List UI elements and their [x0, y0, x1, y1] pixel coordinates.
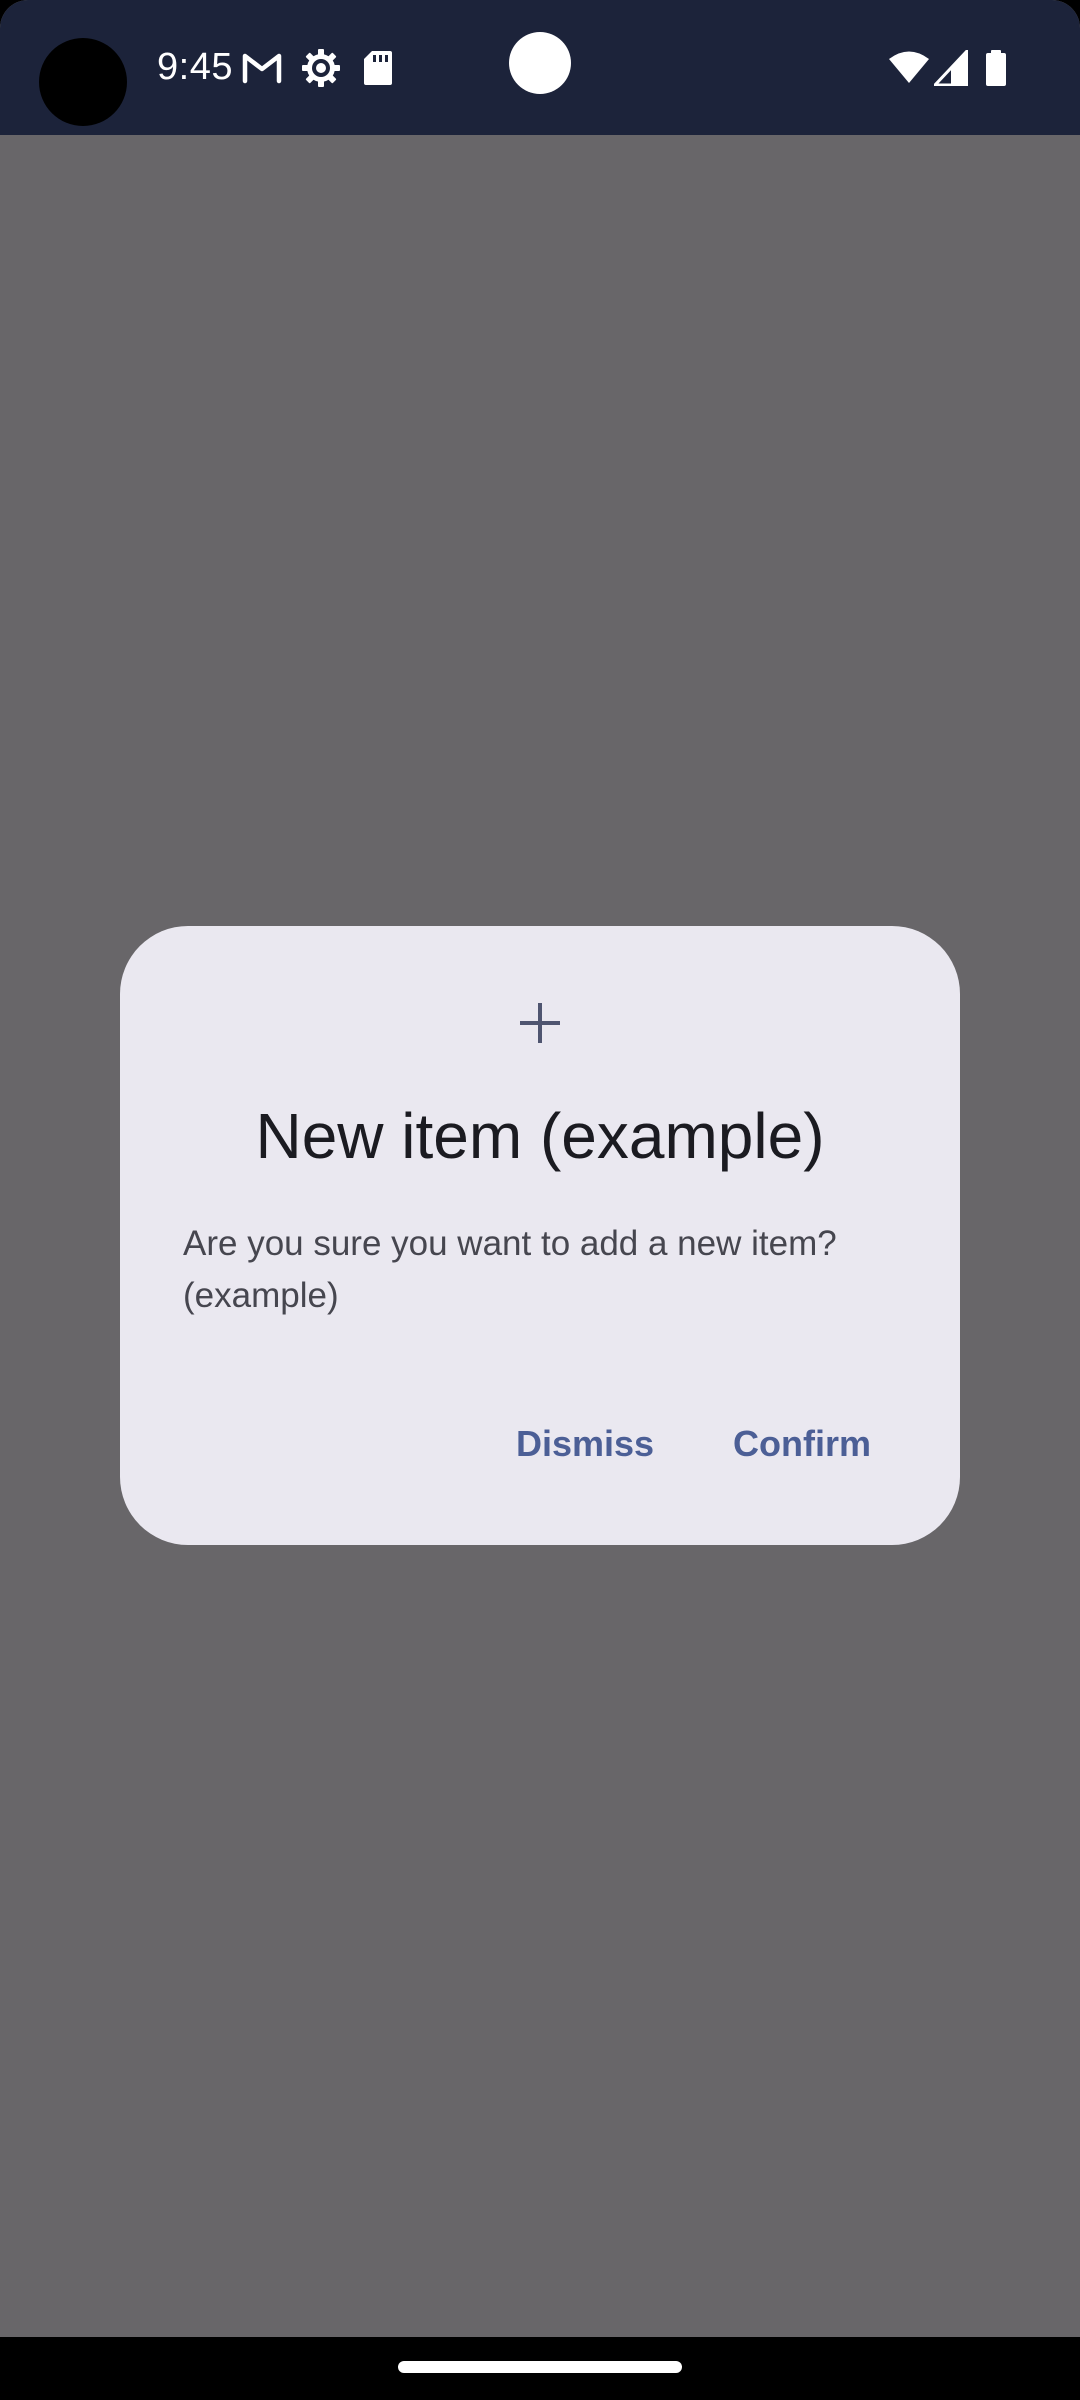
plus-icon [520, 1003, 560, 1043]
screen: 9:45 New item (example) Are you sure you… [0, 0, 1080, 2400]
center-dot [509, 32, 571, 94]
dismiss-button[interactable]: Dismiss [515, 1409, 655, 1479]
status-time: 9:45 [157, 46, 233, 88]
sd-card-icon [364, 51, 392, 85]
wifi-icon [889, 51, 929, 83]
navigation-bar [0, 2337, 1080, 2400]
status-bar: 9:45 [0, 0, 1080, 135]
camera-cutout [39, 38, 127, 126]
dialog-message: Are you sure you want to add a new item?… [183, 1224, 837, 1315]
home-gesture-handle[interactable] [398, 2361, 682, 2373]
gmail-icon [242, 53, 282, 84]
dialog-title: New item (example) [255, 1100, 825, 1172]
cell-signal-icon [934, 50, 968, 86]
settings-icon [302, 49, 340, 87]
new-item-dialog: New item (example) Are you sure you want… [120, 926, 960, 1545]
confirm-button[interactable]: Confirm [730, 1409, 874, 1479]
battery-icon [986, 50, 1006, 86]
